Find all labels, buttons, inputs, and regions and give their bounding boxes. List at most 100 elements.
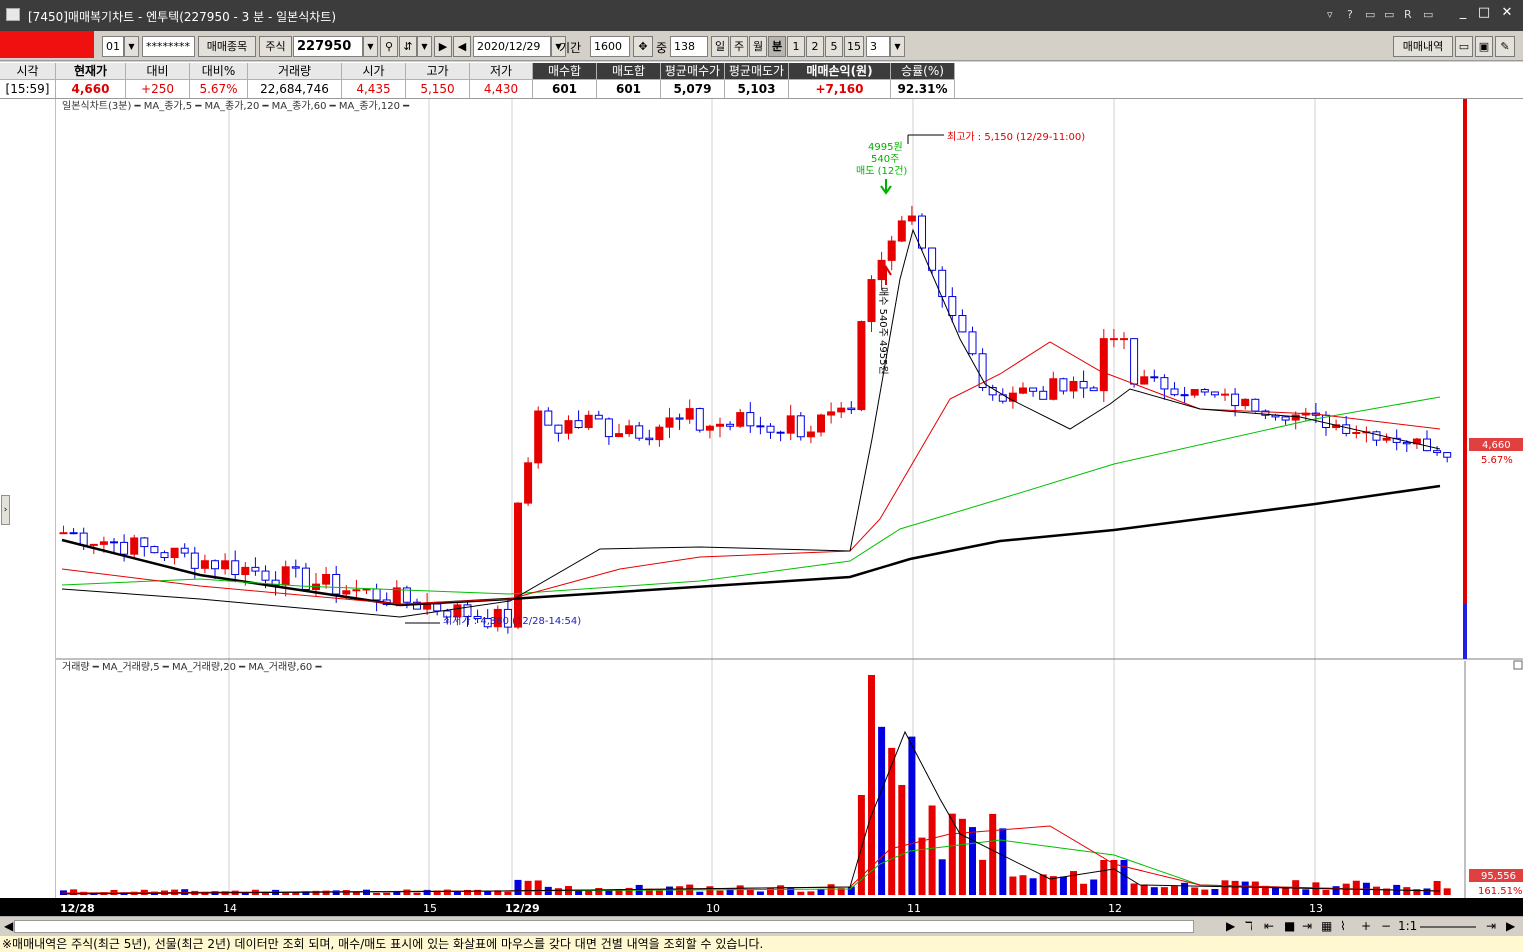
expand-icon[interactable]: ▶ — [1506, 919, 1515, 933]
search-icon[interactable]: ⚲ — [380, 36, 398, 57]
stop-icon[interactable]: ■ — [1284, 919, 1295, 933]
candle-body — [837, 407, 846, 413]
redacted-account — [0, 31, 94, 58]
low-note: 최저가 : 4,380 (12/28-14:54) — [443, 615, 581, 627]
volume-legend: 거래량 ━ MA_거래량,5 ━ MA_거래량,20 ━ MA_거래량,60 ━ — [62, 661, 322, 673]
candle-body — [1039, 390, 1048, 400]
volume-bar — [756, 891, 764, 895]
volume-bar — [413, 892, 421, 895]
x-axis: 12/28 14 15 12/29 10 11 12 13 — [0, 898, 1523, 916]
zoom-out-icon[interactable]: − — [1381, 919, 1391, 933]
tf-2[interactable]: 2 — [806, 36, 824, 57]
zoom-slider[interactable] — [1420, 926, 1476, 928]
minimize-button[interactable]: _ — [1452, 4, 1474, 22]
candle-body — [1402, 441, 1411, 445]
scroll-left-icon[interactable]: ◀ — [4, 919, 13, 933]
period-input[interactable]: 1600 — [590, 36, 630, 57]
volume-bar — [1211, 888, 1219, 895]
close-button[interactable]: ✕ — [1496, 4, 1518, 22]
chart-canvas[interactable]: 일본식차트(3분) ━ MA_종가,5 ━ MA_종가,20 ━ MA_종가,6… — [0, 99, 1523, 899]
cursor-icon[interactable]: ℸ — [1245, 919, 1253, 933]
password-field[interactable]: ******** — [142, 36, 195, 57]
trade-history-button[interactable]: 매매내역 — [1393, 36, 1453, 57]
volume-bar — [948, 813, 956, 895]
end-icon[interactable]: ⇥ — [1486, 919, 1496, 933]
candle-body — [675, 417, 684, 420]
volume-bar — [322, 890, 330, 895]
chevron-down-icon[interactable]: ▼ — [890, 36, 905, 57]
forward-icon[interactable]: ⇥ — [1302, 919, 1312, 933]
code-input[interactable]: 227950 — [293, 36, 363, 57]
candle-body — [817, 414, 825, 433]
tf-1[interactable]: 1 — [787, 36, 805, 57]
tf-5[interactable]: 5 — [825, 36, 843, 57]
candle-body — [544, 410, 553, 426]
sell-arrow-icon[interactable] — [880, 179, 892, 195]
account-suffix-field[interactable]: 01 — [102, 36, 124, 57]
candle-body — [1190, 389, 1199, 396]
candle-body — [604, 418, 613, 438]
candle-body — [1109, 338, 1118, 341]
sort-icon[interactable]: ⇵ — [399, 36, 417, 57]
settings-icon[interactable]: ✥ — [633, 36, 653, 57]
candle-body — [1180, 394, 1189, 397]
candle-body — [968, 331, 977, 355]
volume-bar — [1251, 881, 1259, 895]
rewind-icon[interactable]: ⇤ — [1264, 919, 1274, 933]
volume-bar — [1241, 881, 1249, 895]
chevron-down-icon[interactable]: ▼ — [124, 36, 139, 57]
candle-body — [1342, 424, 1351, 434]
market-select[interactable]: 주식 — [259, 36, 292, 57]
save-icon[interactable]: ▣ — [1475, 36, 1493, 57]
tf-week[interactable]: 주 — [730, 36, 748, 57]
tf-15[interactable]: 15 — [844, 36, 864, 57]
volume-bar — [696, 891, 704, 895]
next-icon[interactable]: ▶ — [434, 36, 452, 57]
tf-minute[interactable]: 분 — [768, 36, 786, 57]
link-icon[interactable]: ▭ — [1365, 8, 1375, 21]
zoom-ratio[interactable]: 1:1 — [1398, 919, 1417, 933]
val-avg-sell: 5,103 — [725, 80, 789, 98]
candle-body — [615, 433, 623, 438]
candle-body — [716, 423, 724, 427]
minute-select[interactable]: 3 — [866, 36, 890, 57]
volume-bar — [1221, 880, 1229, 895]
hdr-high: 고가 — [406, 63, 470, 80]
r-icon[interactable]: R — [1404, 8, 1412, 21]
candle-body — [736, 412, 745, 427]
val-buy-sum: 601 — [533, 80, 597, 98]
candle-body — [958, 315, 967, 333]
tf-day[interactable]: 일 — [711, 36, 729, 57]
minimize-tray-icon[interactable]: ▿ — [1327, 8, 1333, 21]
scroll-right-icon[interactable]: ▶ — [1226, 919, 1235, 933]
candle-body — [766, 425, 775, 433]
date-input[interactable]: 2020/12/29 — [473, 36, 551, 57]
ma60-line — [61, 396, 1441, 595]
chevron-down-icon[interactable]: ▼ — [363, 36, 378, 57]
tf-month[interactable]: 월 — [749, 36, 767, 57]
candle-body — [433, 603, 442, 612]
candle-body — [322, 573, 331, 585]
screen-icon[interactable]: ▭ — [1384, 8, 1394, 21]
trade-items-button[interactable]: 매매종목 — [198, 36, 256, 57]
maximize-button[interactable]: □ — [1473, 4, 1495, 22]
window-title: [7450]매매복기차트 - 엔투텍(227950 - 3 분 - 일본식차트) — [28, 10, 337, 24]
folder-icon[interactable]: ▭ — [1455, 36, 1473, 57]
chevron-down-icon[interactable]: ▼ — [417, 36, 432, 57]
wrench-icon[interactable]: ✎ — [1495, 36, 1515, 57]
volume-bar — [282, 892, 290, 895]
grid-icon[interactable]: ▦ — [1321, 919, 1332, 933]
print-icon[interactable]: ▭ — [1423, 8, 1433, 21]
mid-input[interactable]: 138 — [670, 36, 708, 57]
candle-body — [392, 587, 401, 605]
help-icon[interactable]: ? — [1347, 8, 1353, 21]
volume-bar — [554, 888, 562, 895]
zoom-in-icon[interactable]: + — [1361, 919, 1371, 933]
volume-bar — [504, 891, 512, 895]
chart-icon[interactable]: ⌇ — [1340, 919, 1346, 933]
mid-label: 중 — [656, 41, 668, 55]
scrollbar-track[interactable] — [14, 920, 1194, 933]
candle-body — [362, 588, 371, 591]
chart-area[interactable]: › 일본식차트(3분) ━ MA_종가,5 ━ MA_종가,20 ━ MA_종가… — [0, 99, 1523, 899]
prev-icon[interactable]: ◀ — [453, 36, 471, 57]
